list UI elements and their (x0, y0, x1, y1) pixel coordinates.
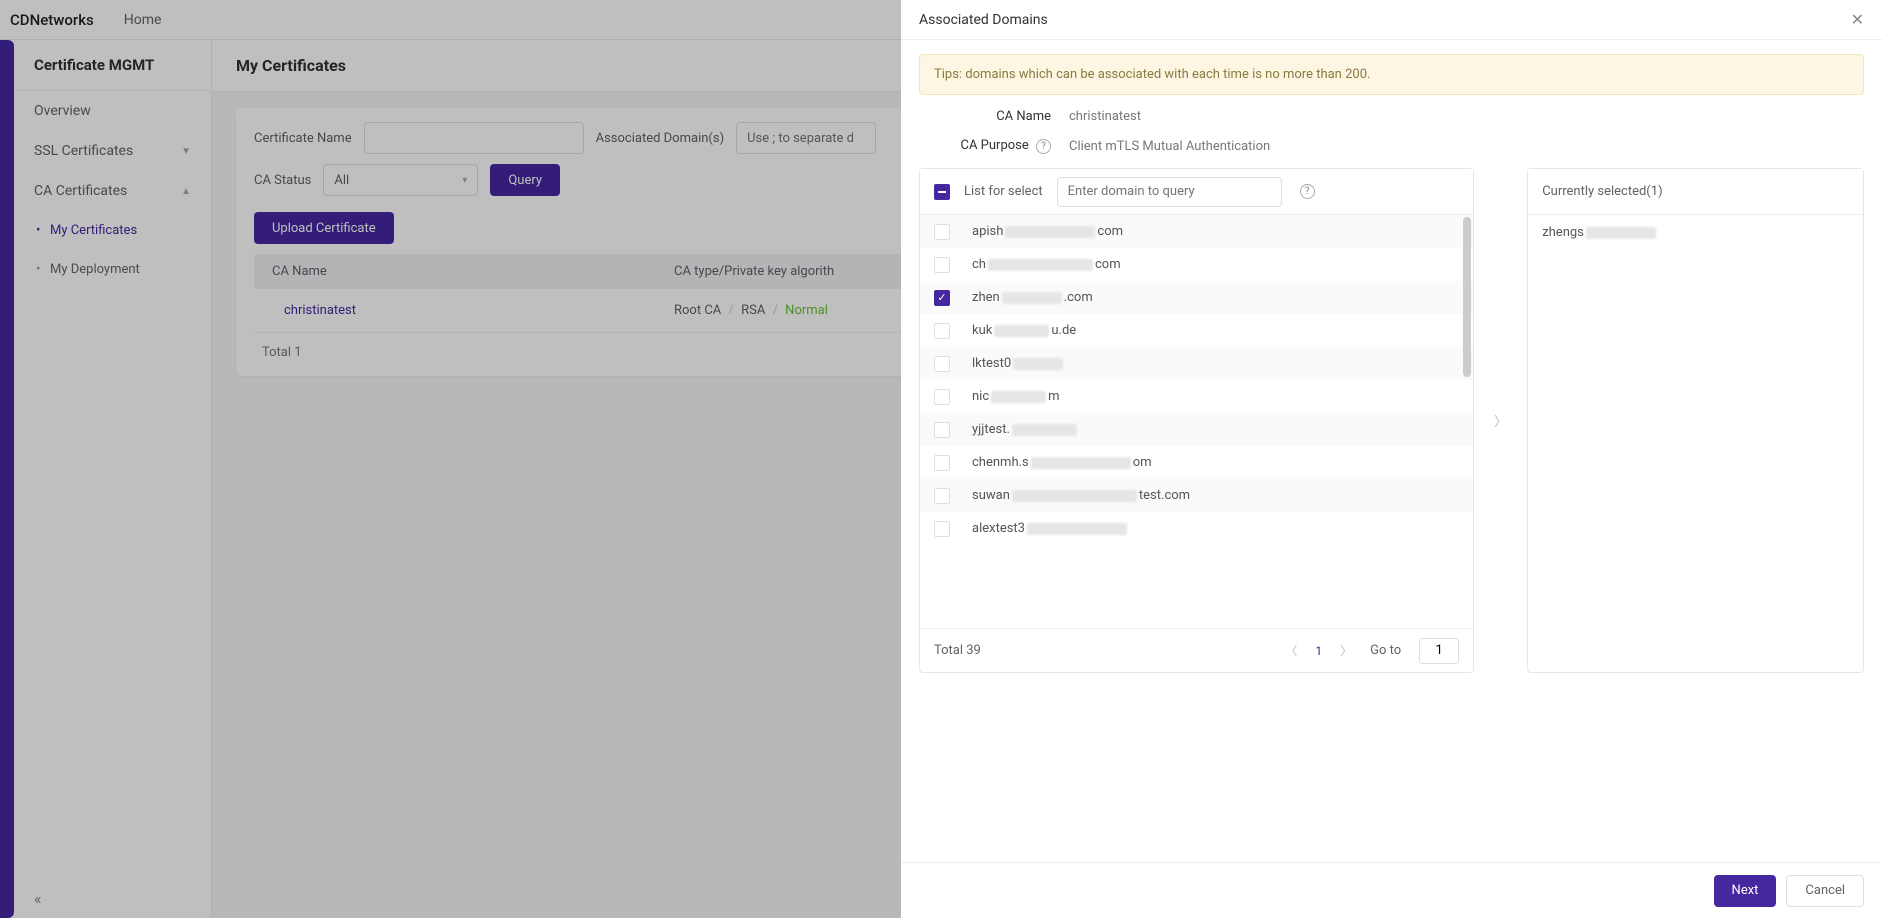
meta-ca-purpose: CA Purpose ? Client mTLS Mutual Authenti… (919, 138, 1864, 154)
domain-row[interactable]: ✓ zhen.com (920, 281, 1473, 314)
pager-current[interactable]: 1 (1315, 644, 1322, 658)
panel-available-label: List for select (964, 184, 1043, 199)
panel-available-head: List for select ? (920, 169, 1473, 215)
panel-available-foot: Total 39 〈 1 〉 Go to (920, 628, 1473, 672)
selected-list[interactable]: zhengs (1528, 215, 1863, 672)
domain-label: kuku.de (972, 323, 1076, 338)
meta-ca-name: CA Name christinatest (919, 109, 1864, 124)
pager: 〈 1 〉 Go to (1285, 638, 1459, 664)
domain-checkbox[interactable] (934, 455, 950, 471)
domain-row[interactable]: lktest0 (920, 347, 1473, 380)
pager-prev-icon[interactable]: 〈 (1285, 642, 1297, 659)
cancel-button[interactable]: Cancel (1786, 875, 1864, 907)
domain-checkbox[interactable] (934, 521, 950, 537)
domain-checkbox[interactable]: ✓ (934, 290, 950, 306)
scrollbar-thumb[interactable] (1463, 217, 1471, 377)
drawer-head: Associated Domains ✕ (901, 0, 1882, 40)
domain-row[interactable]: suwantest.com (920, 479, 1473, 512)
tip-banner: Tips: domains which can be associated wi… (919, 54, 1864, 95)
help-icon[interactable]: ? (1300, 184, 1315, 199)
domain-row[interactable]: alextest3 (920, 512, 1473, 545)
drawer-title: Associated Domains (919, 12, 1048, 28)
panel-selected-label: Currently selected(1) (1542, 184, 1662, 199)
domain-label: alextest3 (972, 521, 1129, 536)
domain-row[interactable]: yjjtest. (920, 413, 1473, 446)
drawer-associated-domains: Associated Domains ✕ Tips: domains which… (901, 0, 1882, 918)
domain-checkbox[interactable] (934, 356, 950, 372)
help-icon[interactable]: ? (1036, 139, 1051, 154)
domain-checkbox[interactable] (934, 257, 950, 273)
drawer-body: Tips: domains which can be associated wi… (901, 40, 1882, 862)
pager-next-icon[interactable]: 〉 (1340, 642, 1352, 659)
panel-selected: Currently selected(1) zhengs (1527, 168, 1864, 673)
domain-checkbox[interactable] (934, 224, 950, 240)
domain-search-input[interactable] (1057, 177, 1282, 207)
selected-item[interactable]: zhengs (1528, 215, 1863, 250)
goto-input[interactable] (1419, 638, 1459, 664)
domain-label: lktest0 (972, 356, 1065, 371)
domain-label: apishcom (972, 224, 1123, 239)
domain-list[interactable]: apishcom chcom ✓ zhen.com kuku.de lktest0 nicm… (920, 215, 1473, 628)
panel-selected-head: Currently selected(1) (1528, 169, 1863, 215)
goto-label: Go to (1370, 643, 1401, 658)
domain-checkbox[interactable] (934, 488, 950, 504)
domain-checkbox[interactable] (934, 389, 950, 405)
transfer-arrow-icon[interactable]: 〉 (1494, 168, 1507, 673)
domain-row[interactable]: apishcom (920, 215, 1473, 248)
domain-row[interactable]: nicm (920, 380, 1473, 413)
domain-label: zhen.com (972, 290, 1093, 305)
domain-checkbox[interactable] (934, 323, 950, 339)
domain-label: nicm (972, 389, 1060, 404)
select-all-checkbox[interactable] (934, 184, 950, 200)
domain-row[interactable]: kuku.de (920, 314, 1473, 347)
domain-label: yjjtest. (972, 422, 1079, 437)
next-button[interactable]: Next (1714, 875, 1777, 907)
close-icon[interactable]: ✕ (1851, 10, 1864, 29)
domain-checkbox[interactable] (934, 422, 950, 438)
domain-label: chenmh.som (972, 455, 1152, 470)
domain-row[interactable]: chenmh.som (920, 446, 1473, 479)
domain-label: chcom (972, 257, 1121, 272)
available-total: Total 39 (934, 643, 981, 658)
domain-label: suwantest.com (972, 488, 1190, 503)
panel-available: List for select ? apishcom chcom ✓ zhen.com… (919, 168, 1474, 673)
domain-row[interactable]: chcom (920, 248, 1473, 281)
drawer-foot: Next Cancel (901, 862, 1882, 918)
transfer: List for select ? apishcom chcom ✓ zhen.com… (919, 168, 1864, 673)
